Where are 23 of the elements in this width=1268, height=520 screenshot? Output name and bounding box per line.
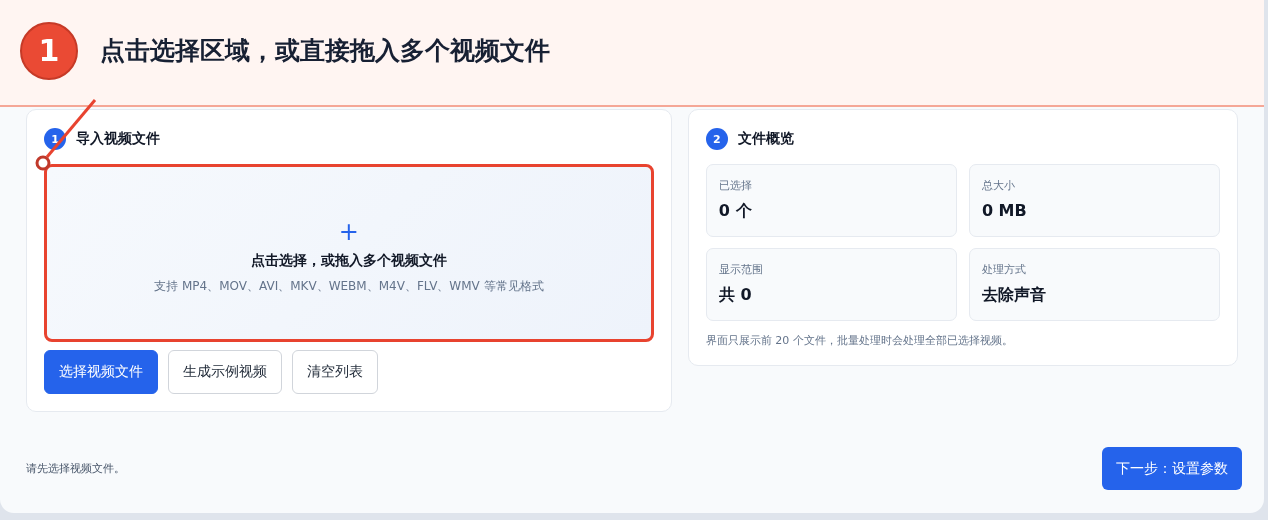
stat-label: 总大小 xyxy=(981,178,1016,193)
stat-label: 处理方式 xyxy=(981,262,1027,277)
stat-value: 0 MB xyxy=(981,201,1028,220)
stat-label: 已选择 xyxy=(718,178,753,193)
panel-title: 导入视频文件 xyxy=(76,130,160,148)
drop-zone-hint: 支持 MP4、MOV、AVI、MKV、WEBM、M4V、FLV、WMV 等常见格式 xyxy=(154,277,544,295)
select-files-button[interactable]: 选择视频文件 xyxy=(44,350,158,394)
drop-zone[interactable]: + 点击选择，或拖入多个视频文件 支持 MP4、MOV、AVI、MKV、WEBM、M4V、FLV、WMV 等常见格式 xyxy=(44,164,654,342)
stat-label: 显示范围 xyxy=(718,262,764,277)
step-badge: 2 xyxy=(705,128,728,150)
panel-note: 界面只展示前 20 个文件，批量处理时会处理全部已选择视频。 xyxy=(705,333,1014,348)
panel-title: 文件概览 xyxy=(737,130,794,148)
stat-value: 共 0 xyxy=(718,285,753,306)
next-step-button[interactable]: 下一步：设置参数 xyxy=(1102,447,1242,490)
annotation-text: 点击选择区域，或直接拖入多个视频文件 xyxy=(100,35,550,67)
plus-icon: + xyxy=(338,219,359,244)
action-button[interactable]: 清空列表 xyxy=(292,350,378,394)
stat-value: 去除声音 xyxy=(981,285,1047,306)
drop-zone-title: 点击选择，或拖入多个视频文件 xyxy=(250,251,447,270)
step-badge: 1 xyxy=(20,21,78,80)
action-button[interactable]: 生成示例视频 xyxy=(168,350,282,394)
stat-value: 0 个 xyxy=(718,201,753,222)
status-text: 请先选择视频文件。 xyxy=(26,461,125,476)
